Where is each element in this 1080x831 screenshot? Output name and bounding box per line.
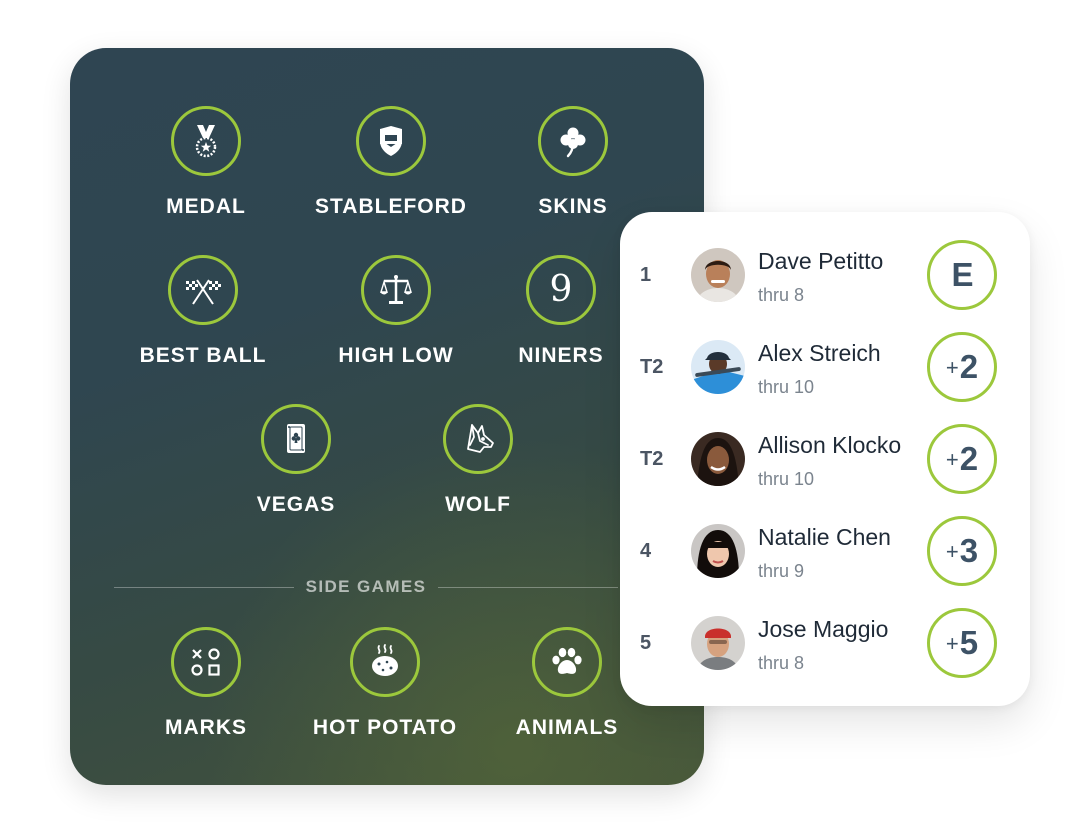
game-wolf[interactable]: WOLF (378, 404, 578, 517)
paw-icon (532, 627, 602, 697)
playing-card-icon (261, 404, 331, 474)
game-label: MARKS (165, 716, 247, 739)
score-value: 2 (959, 440, 979, 477)
avatar-dave (691, 248, 745, 302)
hot-potato-icon (350, 627, 420, 697)
nine-glyph: 9 (549, 269, 573, 310)
game-label: ANIMALS (515, 716, 619, 739)
score-value: E (951, 256, 974, 293)
wolf-icon (443, 404, 513, 474)
leaderboard-row[interactable]: 5 Jose Maggio thru 8 +5 (620, 597, 1030, 689)
score-prefix: + (945, 539, 959, 564)
leaderboard-row[interactable]: T2 Alex Streich thru 10 +2 (620, 321, 1030, 413)
avatar-alex (691, 340, 745, 394)
player-thru: thru 9 (758, 561, 805, 581)
game-label: WOLF (445, 493, 511, 516)
game-skins[interactable]: SKINS (473, 106, 673, 219)
shapes-icon (171, 627, 241, 697)
game-stableford[interactable]: STABLEFORD (291, 106, 491, 219)
game-label: STABLEFORD (315, 195, 467, 218)
player-position: T2 (640, 447, 664, 470)
score-badge: +2 (927, 424, 997, 494)
crossed-flags-icon (168, 255, 238, 325)
leaderboard-card: 1 Dave Petitto thru 8 E T2 Alex Streich … (620, 212, 1030, 706)
side-games-heading: SIDE GAMES (305, 577, 427, 596)
game-medal[interactable]: MEDAL (106, 106, 306, 219)
game-label: SKINS (538, 195, 608, 218)
score-value: 2 (959, 348, 979, 385)
game-vegas[interactable]: VEGAS (196, 404, 396, 517)
player-name: Jose Maggio (758, 616, 889, 642)
player-thru: thru 8 (758, 653, 805, 673)
player-name: Alex Streich (758, 340, 881, 366)
player-thru: thru 10 (758, 377, 815, 397)
avatar-jose (691, 616, 745, 670)
shield-icon (356, 106, 426, 176)
game-best-ball[interactable]: BEST BALL (103, 255, 303, 368)
player-thru: thru 8 (758, 285, 805, 305)
game-label: MEDAL (166, 195, 246, 218)
player-name: Dave Petitto (758, 248, 884, 274)
avatar-allison (691, 432, 745, 486)
score-value: 5 (959, 624, 979, 661)
player-position: 1 (640, 263, 652, 286)
score-prefix: + (945, 355, 959, 380)
score-prefix: + (945, 631, 959, 656)
avatar-natalie (691, 524, 745, 578)
side-game-hot-potato[interactable]: HOT POTATO (285, 627, 485, 740)
game-label: HOT POTATO (312, 716, 458, 739)
score-badge: +2 (927, 332, 997, 402)
score-badge: +3 (927, 516, 997, 586)
clover-icon (538, 106, 608, 176)
nine-icon: 9 (526, 255, 596, 325)
leaderboard-row[interactable]: T2 Allison Klocko thru 10 +2 (620, 413, 1030, 505)
side-game-marks[interactable]: MARKS (106, 627, 306, 740)
player-name: Allison Klocko (758, 432, 902, 458)
player-position: T2 (640, 355, 664, 378)
player-name: Natalie Chen (758, 524, 891, 550)
score-value: 3 (959, 532, 979, 569)
leaderboard-row[interactable]: 1 Dave Petitto thru 8 E (620, 229, 1030, 321)
game-label: VEGAS (256, 493, 336, 516)
divider-line (438, 586, 618, 588)
score-prefix: + (945, 447, 959, 472)
score-badge: E (927, 240, 997, 310)
leaderboard-row[interactable]: 4 Natalie Chen thru 9 +3 (620, 505, 1030, 597)
games-panel: MEDAL STABLEFORD SKINS BEST BALL HIGH LO… (70, 48, 704, 785)
player-position: 5 (640, 631, 652, 654)
player-position: 4 (640, 539, 652, 562)
medal-icon (171, 106, 241, 176)
score-badge: +5 (927, 608, 997, 678)
scales-icon (361, 255, 431, 325)
game-label: HIGH LOW (338, 344, 454, 367)
game-label: BEST BALL (139, 344, 267, 367)
side-games-divider: SIDE GAMES (114, 577, 618, 597)
player-thru: thru 10 (758, 469, 815, 489)
game-label: NINERS (518, 344, 604, 367)
divider-line (114, 586, 294, 588)
